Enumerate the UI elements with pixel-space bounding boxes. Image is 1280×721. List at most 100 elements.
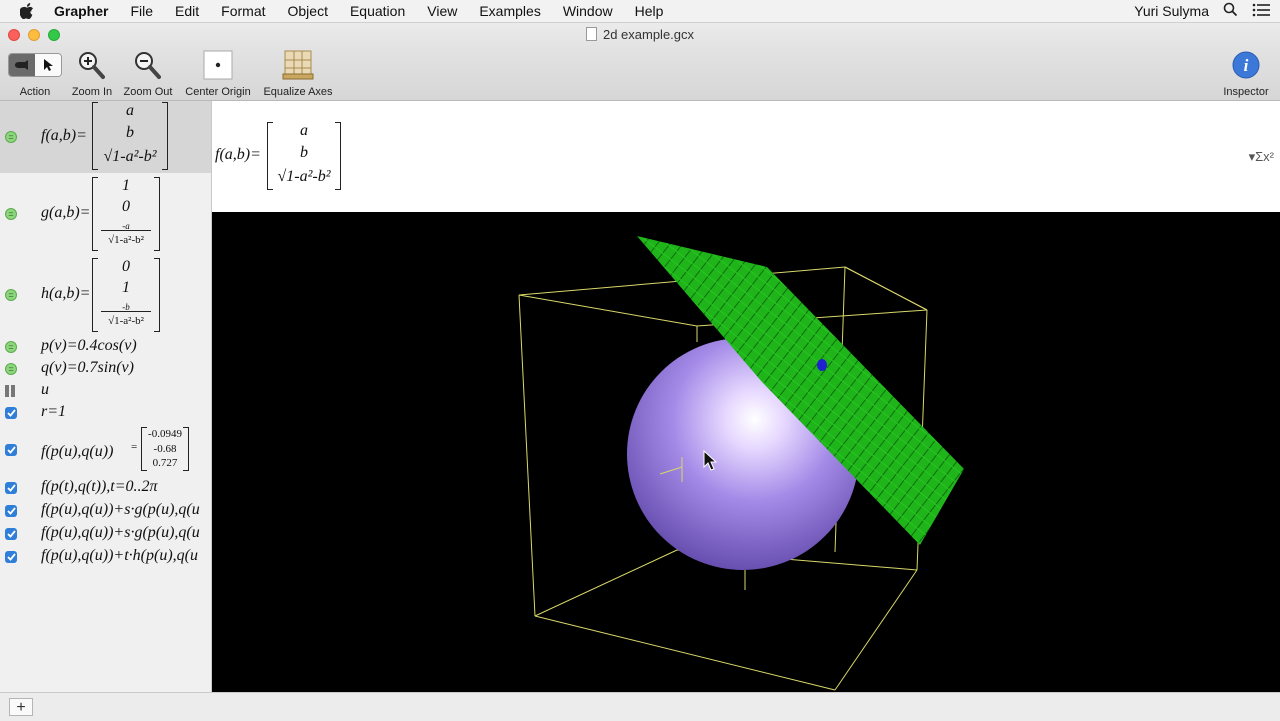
spotlight-search-icon[interactable] xyxy=(1223,2,1238,20)
pointer-arrow-icon[interactable] xyxy=(35,54,61,76)
equation-g-vector: 1 0 -a √1-a²-b² xyxy=(92,177,160,251)
menu-app-name[interactable]: Grapher xyxy=(54,3,108,19)
equation-line3: f(p(u),q(u))+t·h(p(u),q(u xyxy=(41,547,198,564)
equation-row-line2[interactable]: f(p(u),q(u))+s·g(p(u),q(u xyxy=(0,522,211,544)
vector-entry: b xyxy=(126,124,134,141)
center-origin-button[interactable]: Center Origin xyxy=(181,49,255,98)
inspector-label: Inspector xyxy=(1223,86,1269,98)
equation-list: = f(a,b)= a b √1-a²-b² = g(a,b)= 1 0 -a … xyxy=(0,101,212,692)
graph-canvas[interactable] xyxy=(212,212,1280,692)
equalize-axes-label: Equalize Axes xyxy=(263,86,333,98)
equation-row-h[interactable]: = h(a,b)= 0 1 -b √1-a²-b² xyxy=(0,256,211,334)
equation-row-line3[interactable]: f(p(u),q(u))+t·h(p(u),q(u xyxy=(0,545,211,567)
equation-u: u xyxy=(41,381,49,398)
vector-entry: a xyxy=(300,122,308,139)
window-title: 2d example.gcx xyxy=(0,27,1280,42)
equation-h-name: h(a,b)= xyxy=(41,285,91,302)
add-equation-button[interactable]: + xyxy=(9,698,33,716)
window-title-bar: 2d example.gcx xyxy=(0,23,1280,47)
zoom-in-button[interactable]: Zoom In xyxy=(68,49,116,98)
equation-f-vector: a b √1-a²-b² xyxy=(92,102,168,170)
equation-toggle-p[interactable]: = xyxy=(5,341,17,353)
vector-entry: 0.727 xyxy=(152,457,178,469)
visibility-checkbox-line3[interactable] xyxy=(5,551,17,563)
equation-point-equals: = xyxy=(131,441,138,453)
visibility-checkbox-line1[interactable] xyxy=(5,505,17,517)
equation-point-name: f(p(u),q(u)) xyxy=(41,443,114,460)
menu-equation[interactable]: Equation xyxy=(350,3,405,19)
zoom-out-button[interactable]: Zoom Out xyxy=(120,49,176,98)
equation-row-curve[interactable]: f(p(t),q(t)),t=0..2π xyxy=(0,476,211,498)
visibility-checkbox-r[interactable] xyxy=(5,407,17,419)
vector-entry: √1-a²-b² xyxy=(108,315,144,327)
menu-help[interactable]: Help xyxy=(635,3,664,19)
equation-toggle-h[interactable]: = xyxy=(5,289,17,301)
fraction-bar xyxy=(101,230,151,231)
equation-g-name: g(a,b)= xyxy=(41,204,91,221)
menu-view[interactable]: View xyxy=(427,3,457,19)
equation-h-vector: 0 1 -b √1-a²-b² xyxy=(92,258,160,332)
zoom-in-icon xyxy=(68,49,116,81)
editor-equation-vector[interactable]: a b √1-a²-b² xyxy=(267,122,341,190)
equation-line1: f(p(u),q(u))+s·g(p(u),q(u xyxy=(41,501,200,518)
equation-point-vector: -0.0949 -0.68 0.727 xyxy=(141,427,189,471)
notification-center-icon[interactable] xyxy=(1252,3,1270,20)
editor-equation-name: f(a,b)= xyxy=(215,146,261,163)
menu-window[interactable]: Window xyxy=(563,3,613,19)
checkmark-icon xyxy=(6,507,16,515)
zoom-out-icon xyxy=(120,49,176,81)
fraction-bar xyxy=(101,311,151,312)
equation-palette-button[interactable]: ▾Σx² xyxy=(1249,149,1274,165)
equation-toggle-q[interactable]: = xyxy=(5,363,17,375)
visibility-checkbox-curve[interactable] xyxy=(5,482,17,494)
vector-entry: √1-a²-b² xyxy=(277,168,331,185)
equation-toggle-g[interactable]: = xyxy=(5,208,17,220)
vector-entry: √1-a²-b² xyxy=(103,148,157,165)
equation-f-name: f(a,b)= xyxy=(41,127,87,144)
menu-examples[interactable]: Examples xyxy=(479,3,540,19)
equation-p: p(v)=0.4cos(v) xyxy=(41,337,137,354)
checkmark-icon xyxy=(6,409,16,417)
vector-entry: a xyxy=(126,102,134,119)
bottom-bar: + xyxy=(0,692,1280,721)
center-origin-label: Center Origin xyxy=(185,86,251,98)
equation-editor[interactable]: f(a,b)= a b √1-a²-b² ▾Σx² xyxy=(212,101,1280,213)
vector-entry: -0.68 xyxy=(153,443,177,455)
graph-view[interactable] xyxy=(212,212,1280,692)
pause-animation-icon[interactable] xyxy=(5,385,15,397)
action-label: Action xyxy=(19,86,51,98)
vector-entry: 0 xyxy=(122,198,130,215)
info-icon: i xyxy=(1216,49,1276,81)
equation-row-u[interactable]: u xyxy=(0,380,211,402)
visibility-checkbox-point[interactable] xyxy=(5,444,17,456)
pan-hand-icon[interactable] xyxy=(9,54,35,76)
checkmark-icon xyxy=(6,446,16,454)
equation-row-q[interactable]: = q(v)=0.7sin(v) xyxy=(0,358,211,380)
equation-toggle-f[interactable]: = xyxy=(5,131,17,143)
action-tool[interactable]: Action xyxy=(6,49,64,98)
equation-row-f[interactable]: = f(a,b)= a b √1-a²-b² xyxy=(0,101,211,173)
menu-file[interactable]: File xyxy=(130,3,153,19)
equalize-axes-icon xyxy=(260,49,336,81)
inspector-button[interactable]: i Inspector xyxy=(1216,49,1276,98)
apple-icon[interactable] xyxy=(20,3,38,19)
vector-entry: 1 xyxy=(122,279,130,296)
equalize-axes-button[interactable]: Equalize Axes xyxy=(260,49,336,98)
center-origin-icon xyxy=(181,49,255,81)
equation-row-point[interactable]: f(p(u),q(u)) = -0.0949 -0.68 0.727 xyxy=(0,424,211,474)
user-name[interactable]: Yuri Sulyma xyxy=(1134,3,1209,19)
checkmark-icon xyxy=(6,553,16,561)
equation-line2: f(p(u),q(u))+s·g(p(u),q(u xyxy=(41,524,200,541)
equation-curve: f(p(t),q(t)),t=0..2π xyxy=(41,478,158,495)
vector-entry: -0.0949 xyxy=(148,428,182,440)
equation-row-p[interactable]: = p(v)=0.4cos(v) xyxy=(0,336,211,358)
menu-object[interactable]: Object xyxy=(288,3,328,19)
equation-row-g[interactable]: = g(a,b)= 1 0 -a √1-a²-b² xyxy=(0,175,211,253)
zoom-in-label: Zoom In xyxy=(71,86,113,98)
visibility-checkbox-line2[interactable] xyxy=(5,528,17,540)
menu-edit[interactable]: Edit xyxy=(175,3,199,19)
equation-row-line1[interactable]: f(p(u),q(u))+s·g(p(u),q(u xyxy=(0,499,211,521)
menu-format[interactable]: Format xyxy=(221,3,265,19)
equation-row-r[interactable]: r=1 xyxy=(0,402,211,424)
vector-entry: b xyxy=(300,144,308,161)
